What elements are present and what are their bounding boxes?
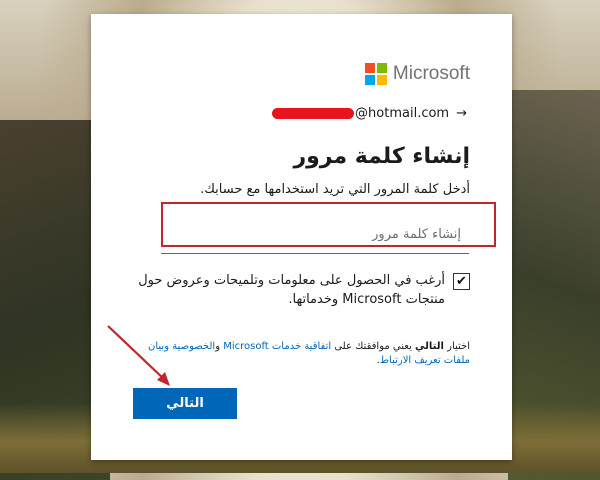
terms-text: اختيار التالي يعني موافقتك على اتفاقية خ… (125, 340, 470, 368)
marketing-checkbox[interactable]: ✔ (453, 273, 470, 290)
logo-text: Microsoft (392, 63, 470, 84)
email-suffix: @hotmail.com (355, 106, 450, 121)
microsoft-logo-icon (364, 63, 387, 85)
page-description: أدخل كلمة المرور التي تريد استخدامها مع … (200, 182, 470, 197)
microsoft-logo: Microsoft (364, 63, 470, 85)
next-button[interactable]: التالي (133, 388, 237, 419)
signup-card: Microsoft @hotmail.com → إنشاء كلمة مرور… (91, 14, 512, 460)
password-input[interactable] (161, 215, 469, 253)
account-identity[interactable]: @hotmail.com → (272, 106, 467, 121)
arrow-right-icon: → (456, 106, 467, 121)
terms-and: و (215, 341, 224, 352)
terms-bold-next: التالي (415, 341, 444, 352)
terms-middle: يعني موافقتك على (331, 341, 416, 352)
marketing-opt-in[interactable]: ✔ أرغب في الحصول على معلومات وتلميحات وع… (110, 271, 470, 309)
redaction-mark (272, 108, 355, 119)
marketing-checkbox-label: أرغب في الحصول على معلومات وتلميحات وعرو… (138, 273, 445, 307)
page-title: إنشاء كلمة مرور (293, 144, 470, 169)
password-field-wrap (161, 215, 469, 254)
terms-prefix: اختيار (443, 341, 470, 352)
services-agreement-link[interactable]: اتفاقية خدمات Microsoft (223, 341, 331, 352)
